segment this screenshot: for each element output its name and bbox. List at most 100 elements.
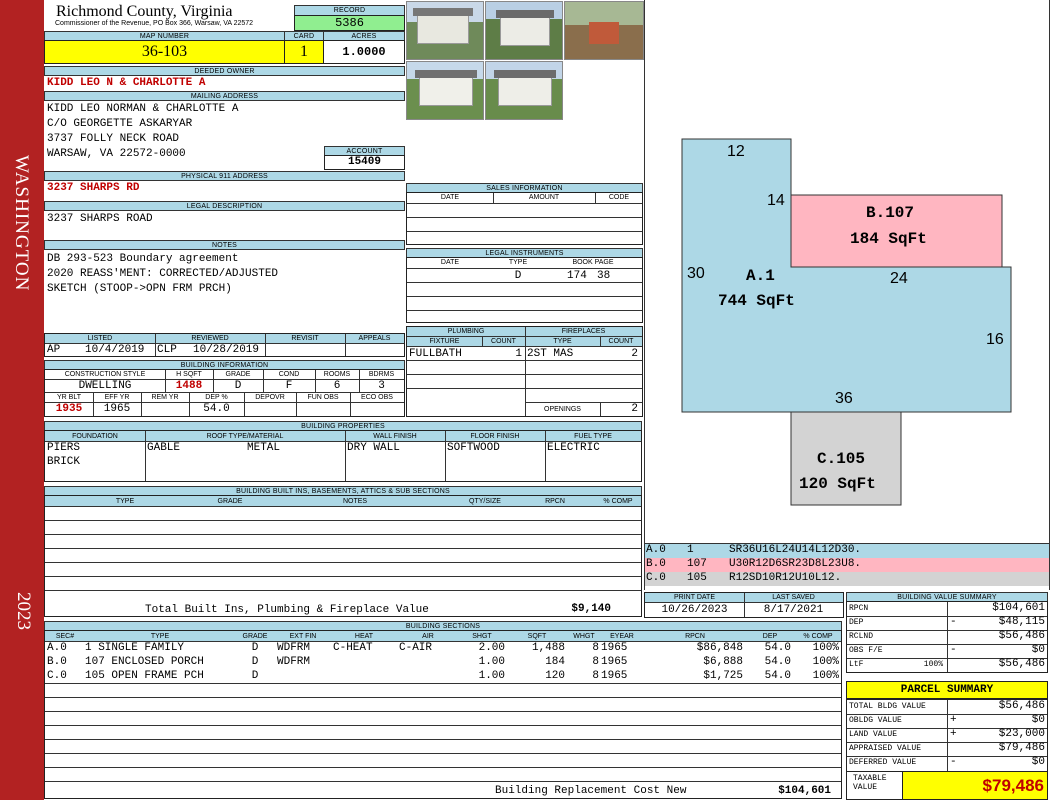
col-sec: SEC#: [55, 633, 75, 640]
property-photo[interactable]: [564, 1, 644, 60]
building-sections-table: SEC# TYPE GRADE EXT FIN HEAT AIR SHGT SQ…: [44, 630, 842, 799]
legend-section: C.0: [646, 572, 666, 584]
bvs-label: LtF: [849, 660, 864, 669]
section-shgt: 1.00: [478, 670, 505, 682]
year-label: 2023: [13, 592, 34, 630]
col-appeals: APPEALS: [358, 335, 391, 342]
mailing-address-header: MAILING ADDRESS: [44, 91, 405, 101]
bvs-value: $56,486: [998, 658, 1045, 670]
card-number: 1: [284, 40, 324, 64]
builtins-total: $9,140: [571, 603, 611, 615]
plumbing-count: 1: [515, 348, 522, 360]
section-whgt: 8: [592, 642, 599, 654]
bvs-pct: 100%: [923, 660, 943, 669]
bvs-label: RPCN: [849, 604, 869, 613]
col-foundation: FOUNDATION: [72, 433, 118, 440]
listed-by: AP: [47, 344, 61, 356]
section-grade: D: [251, 656, 259, 668]
parcel-label: OBLDG VALUE: [849, 716, 902, 725]
col-effyr: EFF YR: [104, 394, 130, 401]
col-roof: ROOF TYPE/MATERIAL: [206, 433, 284, 440]
fireplace-count: 2: [631, 348, 638, 360]
acres-value: 1.0000: [323, 40, 405, 64]
section-comp: 100%: [812, 656, 839, 668]
parcel-summary-header: PARCEL SUMMARY: [846, 681, 1048, 699]
col-amount: AMOUNT: [528, 194, 560, 201]
col-rpcn: RPCN: [545, 498, 565, 505]
building-value-summary: RPCN $104,601 DEP - $48,115 RCLND $56,486 OBS F…: [846, 601, 1048, 673]
col-qty: QTY/SIZE: [469, 498, 501, 505]
col-bdrms: BDRMS: [368, 371, 395, 378]
note-line: DB 293-523 Boundary agreement: [47, 253, 239, 265]
section-dep: 54.0: [764, 656, 791, 668]
property-photo[interactable]: [406, 61, 484, 120]
review-table: LISTED REVIEWED REVISIT APPEALS AP 10/4/…: [44, 333, 405, 357]
property-photo[interactable]: [485, 61, 563, 120]
side-banner: WASHINGTON 2023: [0, 0, 44, 800]
parcel-label: DEFERRED VALUE: [849, 758, 917, 767]
col-grade: GRADE: [242, 633, 268, 640]
col-rpcn: RPCN: [685, 633, 705, 640]
col-fixture: FIXTURE: [429, 338, 460, 345]
wall-finish: DRY WALL: [347, 442, 400, 454]
construction-style: DWELLING: [78, 380, 132, 392]
section-sqft: 184: [545, 656, 565, 668]
sketch-legend-row: B.0 107 U30R12D6SR23D8L23U8.: [645, 558, 1049, 572]
legend-path: U30R12D6SR23D8L23U8.: [729, 558, 862, 570]
parcel-value: $23,000: [998, 728, 1045, 740]
section-sqft: 120: [545, 670, 565, 682]
legend-code: 1: [687, 544, 694, 556]
property-photo[interactable]: [485, 1, 563, 60]
property-photo[interactable]: [406, 1, 484, 60]
bvs-value: $48,115: [998, 616, 1045, 628]
openings-count: 2: [631, 403, 638, 415]
roof-material: METAL: [247, 442, 281, 454]
plumbing-fireplace-table: PLUMBING FIREPLACES FIXTURE COUNT TYPE C…: [406, 326, 643, 417]
instrument-type: D: [514, 270, 522, 282]
county-title: Richmond County, Virginia: [56, 3, 233, 20]
bvs-value: $56,486: [998, 630, 1045, 642]
parcel-op: -: [950, 756, 957, 768]
dim-label: 16: [986, 331, 1004, 348]
sketch-legend-row: A.0 1 SR36U16L24U14L12D30.: [645, 544, 1049, 558]
col-comp: % COMP: [803, 633, 833, 640]
col-floor: FLOOR FINISH: [470, 433, 520, 440]
instrument-book: 174: [567, 270, 587, 282]
section-type: 1 SINGLE FAMILY: [85, 642, 185, 654]
col-dep: DEP: [762, 633, 778, 640]
instrument-page: 38: [597, 270, 611, 282]
col-dep: DEP %: [205, 394, 228, 401]
col-funobs: FUN OBS: [307, 394, 339, 401]
building-properties-table: FOUNDATION ROOF TYPE/MATERIAL WALL FINIS…: [44, 430, 642, 482]
taxable-value: $79,486: [902, 771, 1048, 800]
grade: D: [234, 380, 242, 392]
col-type: TYPE: [150, 633, 170, 640]
foundation: PIERS: [47, 442, 81, 454]
section-heat: C-HEAT: [333, 642, 373, 654]
legal-instruments-table: DATE TYPE BOOK PAGE D 174 38: [406, 257, 643, 323]
deeded-owner-header: DEEDED OWNER: [44, 66, 405, 76]
section-b-area: 184 SqFt: [850, 230, 927, 248]
section-eyear: 1965: [601, 670, 628, 682]
section-a-label: A.1: [746, 267, 775, 285]
col-shgt: SHGT: [472, 633, 492, 640]
section-sqft: 1,488: [531, 642, 565, 654]
note-line: SKETCH (STOOP->OPN FRM PRCH): [47, 283, 232, 295]
rooms: 6: [333, 380, 341, 392]
section-shgt: 2.00: [478, 642, 505, 654]
condition: F: [285, 380, 293, 392]
section-c-label: C.105: [817, 450, 866, 468]
parcel-value: $0: [1031, 714, 1045, 726]
col-listed: LISTED: [87, 335, 113, 342]
account-number: 15409: [324, 155, 405, 170]
roof-type: GABLE: [147, 442, 181, 454]
col-sqft: SQFT: [527, 633, 547, 640]
section-ext: WDFRM: [277, 642, 311, 654]
section-sec: C.0: [47, 670, 67, 682]
section-whgt: 8: [592, 670, 599, 682]
sales-table: DATE AMOUNT CODE: [406, 192, 643, 245]
print-date: 10/26/2023: [661, 604, 728, 616]
reviewed-date: 10/28/2019: [193, 344, 260, 356]
legend-section: B.0: [646, 558, 666, 570]
section-comp: 100%: [812, 670, 839, 682]
